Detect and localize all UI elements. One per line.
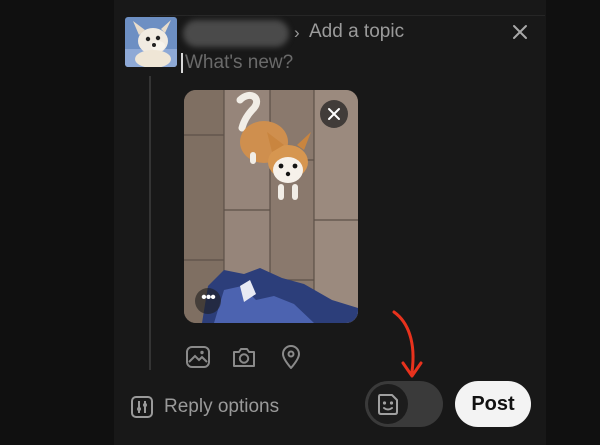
close-icon[interactable]: [510, 22, 530, 42]
reply-options-button[interactable]: Reply options: [130, 394, 279, 420]
annotation-arrow: [388, 308, 428, 380]
emoji-toggle[interactable]: [365, 381, 443, 427]
location-icon[interactable]: [278, 344, 304, 370]
text-cursor: [181, 53, 183, 73]
divider: [150, 15, 545, 16]
add-topic-link[interactable]: Add a topic: [309, 21, 404, 43]
camera-icon[interactable]: [231, 344, 257, 370]
reply-options-label: Reply options: [164, 396, 280, 417]
post-button[interactable]: Post: [455, 381, 531, 427]
sticker-face-icon: [368, 384, 408, 424]
more-icon[interactable]: •••: [195, 288, 221, 314]
username-blurred: [183, 20, 289, 47]
remove-media-button[interactable]: [320, 100, 348, 128]
chevron-right-icon: ›: [294, 23, 300, 42]
post-text-input[interactable]: What's new?: [185, 52, 293, 74]
gallery-icon[interactable]: [185, 344, 211, 370]
thread-line: [149, 76, 151, 370]
avatar[interactable]: [125, 17, 177, 67]
sliders-icon: [130, 395, 154, 419]
